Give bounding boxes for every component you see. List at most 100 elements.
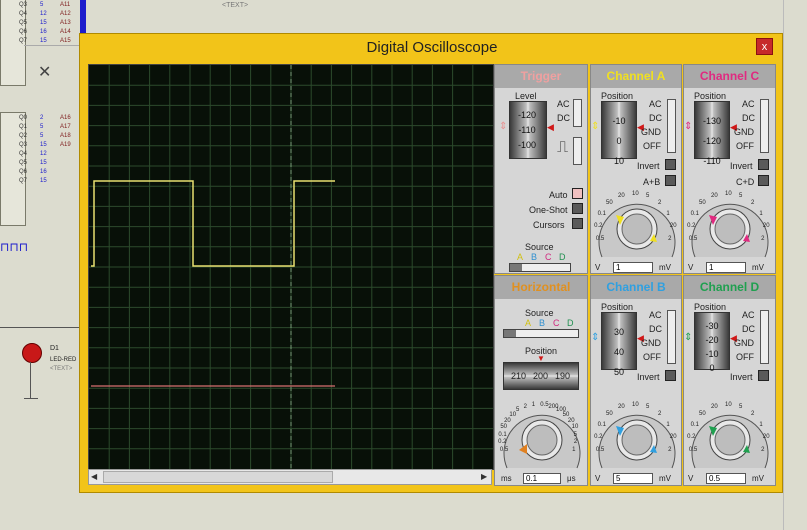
horizontal-source-slider-thumb[interactable] — [504, 330, 516, 337]
schematic-pin-label: Q6 — [19, 169, 28, 175]
channel-b-invert-button[interactable] — [665, 370, 676, 381]
led-symbol[interactable] — [22, 343, 42, 363]
channel-d-dial-tick: 2 — [761, 446, 765, 453]
channel-d-volts-dial[interactable] — [687, 398, 773, 470]
channel-a-invert-button[interactable] — [665, 159, 676, 170]
channel-a-combine-button[interactable] — [665, 175, 676, 186]
schematic-top-labels: Q3 5 A11 Q4 12 A12 Q5 15 A13 Q6 16 A14 Q7 15 A15 — [0, 0, 80, 52]
scroll-right-arrow[interactable]: ▶ — [481, 472, 487, 481]
channel-d-volts-field[interactable]: 0.5 — [706, 473, 746, 484]
trigger-source-slider-thumb[interactable] — [510, 264, 522, 271]
channel-c-coupling-switch[interactable] — [760, 99, 769, 153]
oscilloscope-window: Digital Oscilloscope x ◀ ▶ Trigger Level… — [79, 33, 783, 493]
channel-c-off-label: OFF — [736, 141, 754, 151]
scroll-left-arrow[interactable]: ◀ — [91, 472, 97, 481]
channel-c-dial-tick: 20 — [762, 222, 770, 229]
led-ground-symbol — [24, 398, 38, 399]
trigger-source-b: B — [531, 252, 538, 262]
horizontal-dial-tick: 2 — [573, 439, 578, 446]
horizontal-scrollbar[interactable]: ◀ ▶ — [88, 469, 492, 485]
channel-a-invert-label: Invert — [637, 161, 660, 171]
scroll-thumb[interactable] — [103, 471, 333, 483]
trigger-level-tick-2: -110 — [518, 125, 536, 135]
horizontal-timebase-dial[interactable] — [499, 398, 585, 470]
schematic-pin-number: 2 — [40, 115, 44, 121]
channel-c-position-thumbwheel[interactable]: -130 -120 -110 — [694, 101, 730, 166]
schematic-pin-number: 15 — [40, 142, 47, 148]
channel-a-volts-field[interactable]: 1 — [613, 262, 653, 273]
channel-b-header: Channel B — [591, 276, 681, 299]
horizontal-dial-tick: 50 — [500, 424, 507, 431]
channel-c-position-tick: -120 — [702, 136, 721, 146]
channel-c-combine-button[interactable] — [758, 175, 769, 186]
channel-d-dial-tick: 5 — [738, 404, 743, 411]
channel-b-invert-label: Invert — [637, 372, 660, 382]
channel-d-coupling-switch[interactable] — [760, 310, 769, 364]
horizontal-dial-tick: 0.1 — [498, 431, 507, 438]
channel-b-volts-dial[interactable] — [594, 398, 680, 470]
channel-d-dial-tick: 0.2 — [687, 433, 696, 440]
channel-b-unit-mv: mV — [659, 474, 671, 483]
channel-a-volts-dial[interactable] — [594, 187, 680, 259]
channel-c-position-label: Position — [694, 91, 727, 101]
schematic-net-label: A12 — [60, 11, 71, 17]
schematic-pin-label: Q0 — [19, 115, 28, 121]
horizontal-dial-tick: 10 — [571, 424, 579, 431]
channel-c-invert-label: Invert — [730, 161, 753, 171]
schematic-clock-wave: ⊓⊓⊓ — [0, 240, 29, 254]
channel-c-volts-field[interactable]: 1 — [706, 262, 746, 273]
horizontal-header: Horizontal — [495, 276, 587, 299]
channel-a-off-label: OFF — [643, 141, 661, 151]
channel-d-unit-mv: mV — [752, 474, 764, 483]
channel-b-gnd-label: GND — [641, 338, 661, 348]
channel-c-dial-tick: 50 — [698, 200, 706, 207]
channel-a-dial-tick: 5 — [645, 193, 650, 200]
close-button[interactable]: x — [756, 38, 773, 55]
trigger-coupling-switch[interactable] — [573, 99, 582, 127]
channel-b-position-thumbwheel[interactable]: 30 40 50 — [601, 312, 637, 377]
channel-c-invert-button[interactable] — [758, 159, 769, 170]
channel-a-position-tick: -10 — [612, 116, 626, 126]
led-ground-line — [30, 362, 31, 398]
horizontal-timebase-field[interactable]: 0.1 — [523, 473, 561, 484]
schematic-pin-label: Q7 — [19, 178, 28, 184]
channel-c-volts-dial[interactable] — [687, 187, 773, 259]
channel-a-coupling-switch[interactable] — [667, 99, 676, 153]
horizontal-position-tick-2: 200 — [533, 371, 549, 381]
channel-c-dial-tick: 2 — [761, 235, 765, 242]
channel-d-header: Channel D — [684, 276, 775, 299]
channel-b-volts-field[interactable]: 5 — [613, 473, 653, 484]
horizontal-unit-ms: ms — [501, 474, 512, 483]
channel-b-position-arrows[interactable]: ⇕ — [591, 332, 599, 343]
schematic-pin-label: Q4 — [19, 151, 28, 157]
trigger-edge-icon: ⎍ — [557, 139, 569, 156]
channel-b-dial-tick: 50 — [605, 411, 613, 418]
channel-d-invert-button[interactable] — [758, 370, 769, 381]
channel-d-unit-v: V — [688, 474, 694, 483]
channel-d-position-thumbwheel[interactable]: -30 -20 -10 0 — [694, 312, 730, 373]
schematic-net-label: A13 — [60, 20, 71, 26]
channel-c-ac-label: AC — [742, 99, 755, 109]
channel-a-dial-tick: 0.2 — [594, 222, 603, 229]
trigger-edge-switch[interactable] — [573, 137, 582, 165]
channel-c-position-arrows[interactable]: ⇕ — [684, 121, 692, 132]
schematic-pin-label: Q1 — [19, 124, 28, 130]
horizontal-position-tick-1: 210 — [511, 371, 527, 381]
schematic-pin-label: Q2 — [19, 133, 28, 139]
channel-d-dial-tick: 50 — [698, 411, 706, 418]
trigger-auto-button[interactable] — [572, 188, 583, 199]
channel-a-position-thumbwheel[interactable]: -10 0 10 — [601, 101, 637, 166]
channel-d-dial-tick: 10 — [725, 402, 732, 408]
trigger-oneshot-button[interactable] — [572, 203, 583, 214]
schematic-net-label: A18 — [60, 133, 71, 139]
channel-b-coupling-switch[interactable] — [667, 310, 676, 364]
horizontal-dial-tick: 0.2 — [498, 439, 507, 446]
channel-a-combine-label: A+B — [643, 177, 661, 187]
channel-a-position-label: Position — [601, 91, 634, 101]
schematic-bus-top — [80, 0, 86, 34]
trigger-cursors-button[interactable] — [572, 218, 583, 229]
channel-b-dial-tick: 0.5 — [595, 446, 605, 453]
channel-a-position-arrows[interactable]: ⇕ — [591, 121, 599, 132]
trigger-level-up-arrow[interactable]: ⇕ — [499, 121, 507, 132]
channel-d-position-arrows[interactable]: ⇕ — [684, 332, 692, 343]
